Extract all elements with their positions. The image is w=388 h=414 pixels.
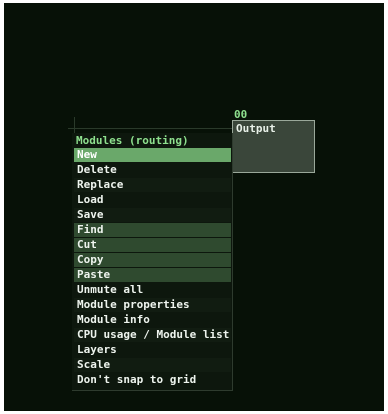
menu-item-paste[interactable]: Paste [74, 268, 231, 282]
menu-item-new[interactable]: New [74, 148, 231, 162]
module-canvas[interactable]: 00 Output Modules (routing) New Delete R… [4, 3, 384, 411]
context-menu: Modules (routing) New Delete Replace Loa… [72, 133, 233, 391]
menu-item-find[interactable]: Find [74, 223, 231, 237]
menu-item-layers[interactable]: Layers [74, 343, 231, 357]
menu-item-module-info[interactable]: Module info [74, 313, 231, 327]
menu-item-replace[interactable]: Replace [74, 178, 231, 192]
guide-line-horizontal [68, 128, 234, 129]
module-label: Output [236, 122, 276, 135]
menu-item-dont-snap-to-grid[interactable]: Don't snap to grid [74, 373, 231, 387]
menu-item-unmute-all[interactable]: Unmute all [74, 283, 231, 297]
menu-item-delete[interactable]: Delete [74, 163, 231, 177]
menu-item-module-properties[interactable]: Module properties [74, 298, 231, 312]
menu-item-load[interactable]: Load [74, 193, 231, 207]
menu-item-cut[interactable]: Cut [74, 238, 231, 252]
output-module[interactable]: Output [232, 120, 315, 173]
menu-item-save[interactable]: Save [74, 208, 231, 222]
menu-item-cpu-usage[interactable]: CPU usage / Module list [74, 328, 231, 342]
menu-item-scale[interactable]: Scale [74, 358, 231, 372]
menu-title: Modules (routing) [76, 134, 189, 147]
menu-item-copy[interactable]: Copy [74, 253, 231, 267]
